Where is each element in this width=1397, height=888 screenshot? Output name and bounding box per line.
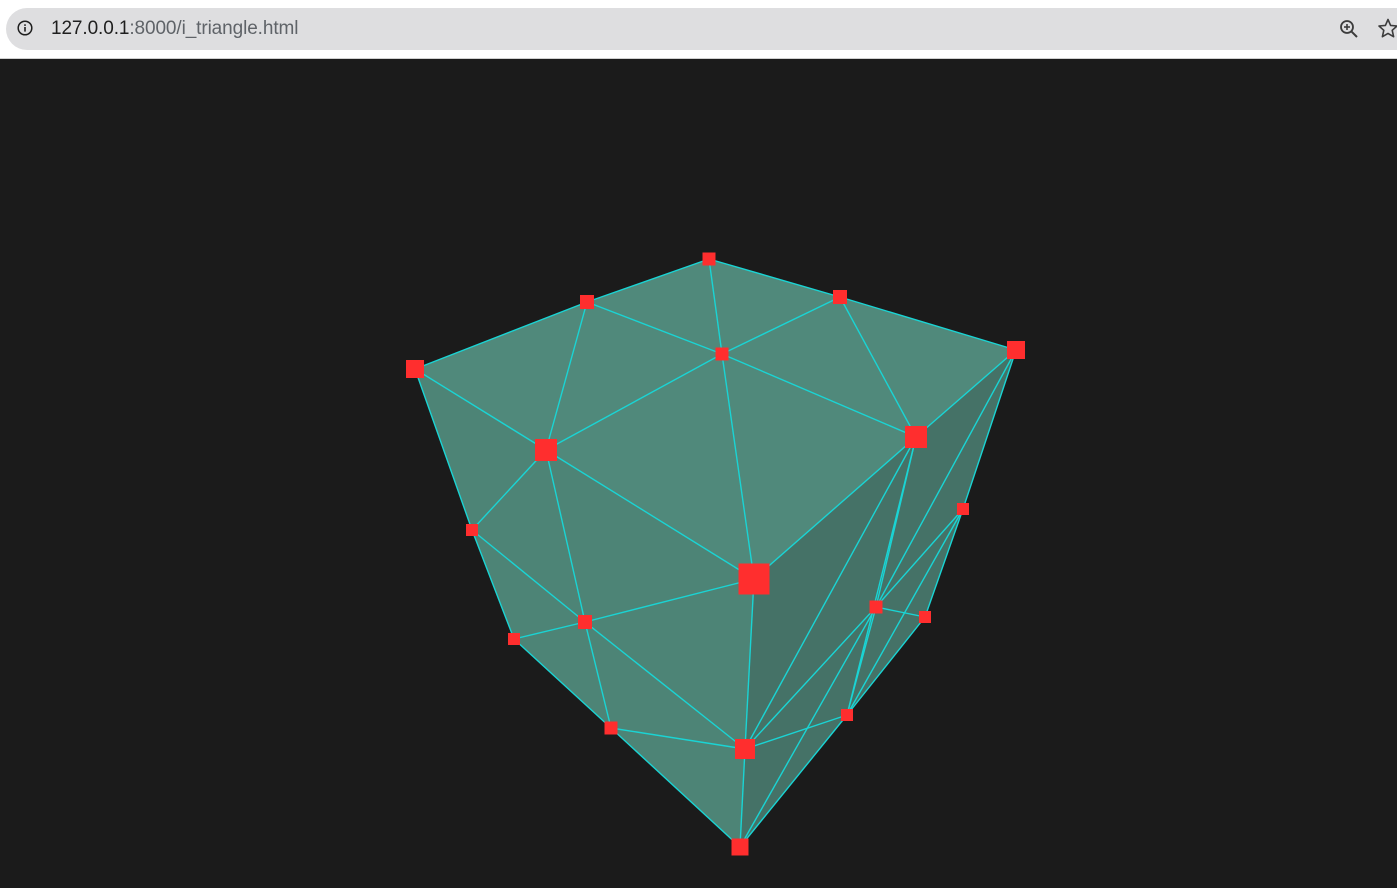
mesh-vertex[interactable] (869, 600, 883, 614)
triangulated-cube-render[interactable] (0, 0, 1397, 888)
mesh-vertex[interactable] (731, 838, 749, 856)
mesh-vertex[interactable] (715, 347, 729, 361)
mesh-vertex[interactable] (833, 290, 847, 304)
mesh-vertex[interactable] (508, 633, 520, 645)
mesh-vertex[interactable] (604, 721, 618, 735)
cube-faces (415, 259, 1016, 847)
mesh-vertex[interactable] (406, 360, 424, 378)
mesh-vertex[interactable] (919, 611, 931, 623)
mesh-vertex[interactable] (957, 503, 969, 515)
mesh-vertex[interactable] (1007, 341, 1025, 359)
mesh-vertex[interactable] (905, 426, 927, 448)
mesh-vertex[interactable] (578, 615, 592, 629)
mesh-vertex[interactable] (466, 524, 478, 536)
mesh-vertex[interactable] (702, 252, 716, 266)
mesh-vertex[interactable] (535, 439, 557, 461)
mesh-vertex[interactable] (738, 563, 770, 595)
mesh-vertex[interactable] (841, 709, 853, 721)
mesh-vertex[interactable] (580, 295, 594, 309)
mesh-vertex[interactable] (735, 739, 755, 759)
